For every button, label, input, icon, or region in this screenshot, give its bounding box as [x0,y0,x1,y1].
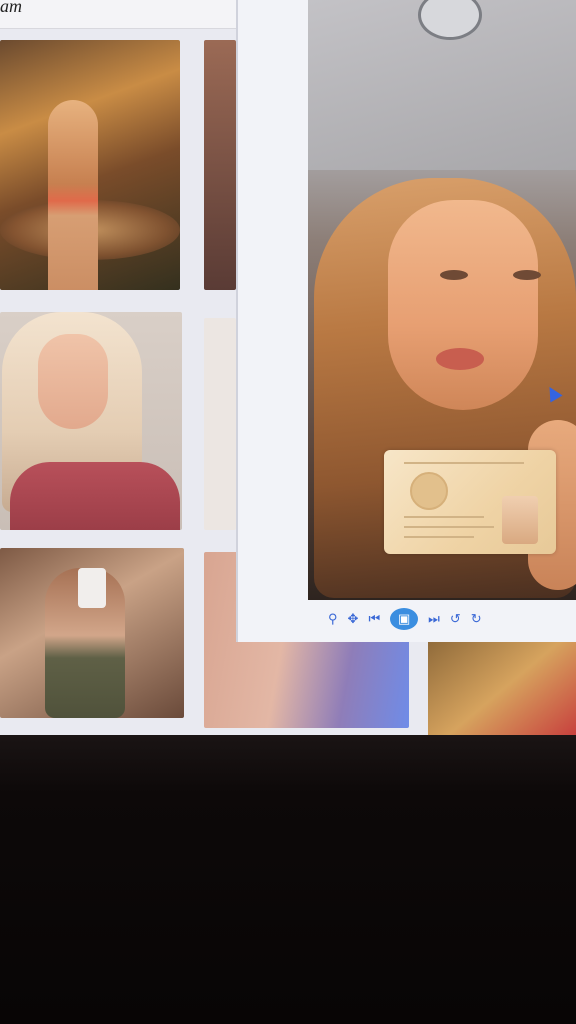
browser-title-bar: am [0,0,240,29]
id-text-line [404,516,484,518]
photo-viewer-window: ⚲ ✥ ⏮ ▣ ⏭ ↺ ↻ [236,0,576,642]
lips-shape [436,348,484,370]
tab-title-fragment: am [0,0,22,16]
gallery-thumbnail[interactable] [204,318,236,530]
fit-icon[interactable]: ✥ [348,611,359,627]
monitor-bezel [0,735,576,1024]
id-photo [502,496,538,544]
gallery-thumbnail[interactable] [204,40,236,290]
viewer-photo [308,0,576,600]
id-text-line [404,536,474,538]
viewer-toolbar: ⚲ ✥ ⏮ ▣ ⏭ ↺ ↻ [328,602,576,636]
gallery-thumbnail[interactable] [0,548,184,718]
phone-shape [78,568,106,608]
gallery-thumbnail[interactable] [0,312,182,530]
gallery-thumbnail[interactable] [428,640,576,740]
face-shape [388,200,538,410]
eye-shape [440,270,468,280]
rotate-left-icon[interactable]: ↺ [450,611,461,627]
gallery-thumbnail[interactable] [0,40,180,290]
id-card [384,450,556,554]
rotate-right-icon[interactable]: ↻ [471,611,482,627]
previous-icon[interactable]: ⏮ [368,611,380,627]
person-figure [48,100,98,290]
zoom-icon[interactable]: ⚲ [328,611,338,627]
id-seal [410,472,448,510]
id-text-line [404,462,524,464]
face-shape [38,334,108,429]
monitor-screen: am ⚲ ✥ ⏮ ▣ ⏭ ↺ ↻ [0,0,576,745]
id-text-line [404,526,494,528]
eye-shape [513,270,541,280]
slideshow-button[interactable]: ▣ [390,608,419,630]
clothing-shape [10,462,180,530]
next-icon[interactable]: ⏭ [428,611,440,627]
